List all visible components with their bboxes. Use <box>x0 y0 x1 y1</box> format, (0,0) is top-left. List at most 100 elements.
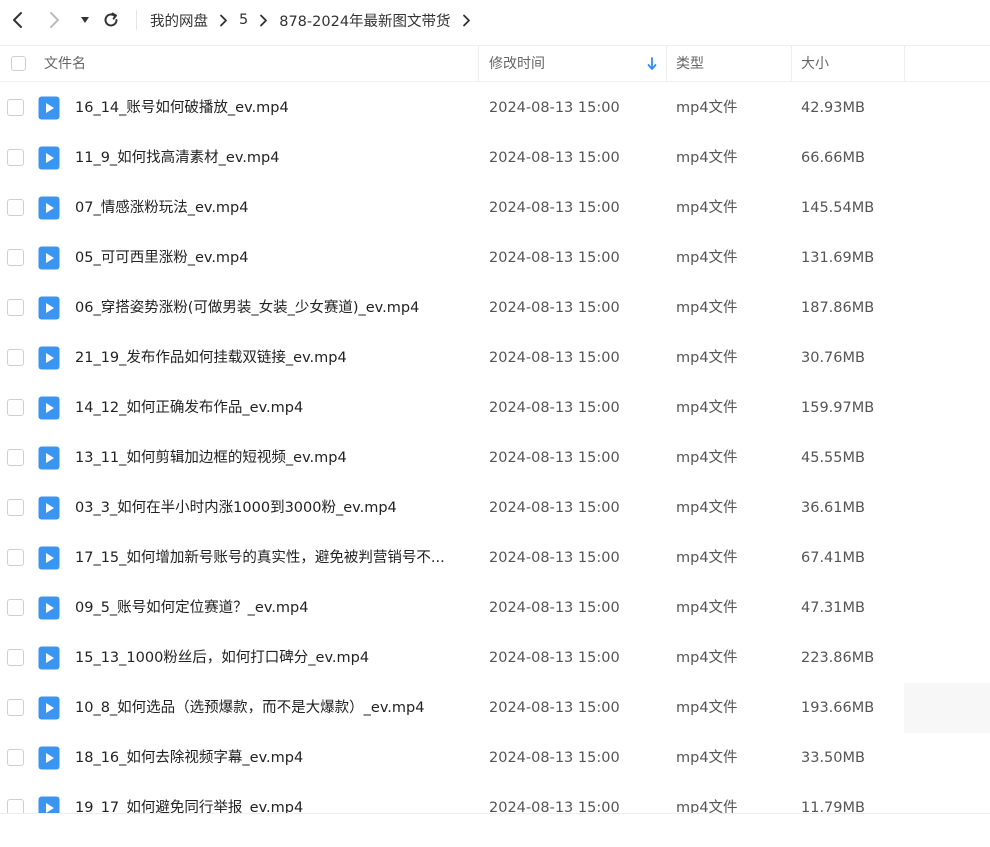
file-name[interactable]: 06_穿搭姿势涨粉(可做男装_女装_少女赛道)_ev.mp4 <box>75 283 419 333</box>
file-row[interactable]: 21_19_发布作品如何挂载双链接_ev.mp4 2024-08-13 15:00… <box>0 333 990 383</box>
file-list: 16_14_账号如何破播放_ev.mp4 2024-08-13 15:00 mp4文… <box>0 83 990 813</box>
breadcrumb-item[interactable]: 5 <box>239 12 248 28</box>
file-size: 11.79MB <box>801 800 865 813</box>
file-name[interactable]: 10_8_如何选品（选预爆款，而不是大爆款）_ev.mp4 <box>75 683 424 733</box>
file-type: mp4文件 <box>676 300 738 316</box>
column-header-modified[interactable]: 修改时间 <box>489 46 545 82</box>
video-file-icon <box>38 96 60 120</box>
file-row[interactable]: 19_17_如何避免同行举报_ev.mp4 2024-08-13 15:00 mp4… <box>0 783 990 813</box>
chevron-right-icon <box>219 14 228 27</box>
file-type: mp4文件 <box>676 600 738 616</box>
row-checkbox[interactable] <box>7 699 24 716</box>
file-row[interactable]: 09_5_账号如何定位赛道？_ev.mp4 2024-08-13 15:00 mp4… <box>0 583 990 633</box>
file-name[interactable]: 14_12_如何正确发布作品_ev.mp4 <box>75 383 303 433</box>
row-checkbox[interactable] <box>7 499 24 516</box>
history-dropdown-button[interactable] <box>73 8 97 32</box>
file-row[interactable]: 06_穿搭姿势涨粉(可做男装_女装_少女赛道)_ev.mp4 2024-08-13… <box>0 283 990 333</box>
file-row[interactable]: 18_16_如何去除视频字幕_ev.mp4 2024-08-13 15:00 mp4… <box>0 733 990 783</box>
caret-down-icon <box>81 17 89 23</box>
column-header-name[interactable]: 文件名 <box>44 46 86 82</box>
video-file-icon <box>38 496 60 520</box>
video-file-icon <box>38 346 60 370</box>
file-size: 145.54MB <box>801 200 875 216</box>
file-row[interactable]: 03_3_如何在半小时内涨1000到3000粉_ev.mp4 2024-08-13… <box>0 483 990 533</box>
file-name[interactable]: 17_15_如何增加新号账号的真实性，避免被判营销号不... <box>75 533 445 583</box>
file-size: 159.97MB <box>801 400 875 416</box>
column-header-type[interactable]: 类型 <box>676 46 704 82</box>
file-row[interactable]: 10_8_如何选品（选预爆款，而不是大爆款）_ev.mp4 2024-08-13 … <box>0 683 990 733</box>
file-size: 66.66MB <box>801 150 865 166</box>
file-row[interactable]: 14_12_如何正确发布作品_ev.mp4 2024-08-13 15:00 mp4… <box>0 383 990 433</box>
file-size: 67.41MB <box>801 550 865 566</box>
chevron-right-icon <box>259 14 268 27</box>
file-row[interactable]: 05_可可西里涨粉_ev.mp4 2024-08-13 15:00 mp4文件 131… <box>0 233 990 283</box>
breadcrumb-item[interactable]: 878-2024年最新图文带货 <box>279 10 450 31</box>
toolbar-divider <box>136 10 137 30</box>
file-row[interactable]: 16_14_账号如何破播放_ev.mp4 2024-08-13 15:00 mp4文… <box>0 83 990 133</box>
video-file-icon <box>38 146 60 170</box>
file-name[interactable]: 21_19_发布作品如何挂载双链接_ev.mp4 <box>75 333 347 383</box>
video-file-icon <box>38 746 60 770</box>
row-checkbox[interactable] <box>7 199 24 216</box>
file-modified-time: 2024-08-13 15:00 <box>489 600 620 616</box>
file-type: mp4文件 <box>676 800 738 813</box>
breadcrumb-item[interactable]: 我的网盘 <box>150 10 208 31</box>
chevron-right-icon[interactable] <box>462 14 471 27</box>
file-row[interactable]: 13_11_如何剪辑加边框的短视频_ev.mp4 2024-08-13 15:00… <box>0 433 990 483</box>
column-divider[interactable] <box>791 46 792 82</box>
file-name[interactable]: 13_11_如何剪辑加边框的短视频_ev.mp4 <box>75 433 347 483</box>
file-size: 42.93MB <box>801 100 865 116</box>
row-checkbox[interactable] <box>7 99 24 116</box>
row-checkbox[interactable] <box>7 349 24 366</box>
column-divider[interactable] <box>666 46 667 82</box>
toolbar: 我的网盘 5 878-2024年最新图文带货 <box>0 0 990 40</box>
refresh-button[interactable] <box>99 8 123 32</box>
file-name[interactable]: 03_3_如何在半小时内涨1000到3000粉_ev.mp4 <box>75 483 397 533</box>
back-button[interactable] <box>5 8 29 32</box>
forward-button[interactable] <box>43 8 67 32</box>
file-modified-time: 2024-08-13 15:00 <box>489 350 620 366</box>
row-checkbox[interactable] <box>7 149 24 166</box>
video-file-icon <box>38 646 60 670</box>
row-checkbox[interactable] <box>7 649 24 666</box>
video-file-icon <box>38 296 60 320</box>
row-checkbox[interactable] <box>7 549 24 566</box>
file-name[interactable]: 05_可可西里涨粉_ev.mp4 <box>75 233 249 283</box>
sort-descending-icon[interactable] <box>647 57 657 71</box>
file-row[interactable]: 15_13_1000粉丝后，如何打口碑分_ev.mp4 2024-08-13 15… <box>0 633 990 683</box>
file-size: 33.50MB <box>801 750 865 766</box>
file-size: 36.61MB <box>801 500 865 516</box>
row-checkbox[interactable] <box>7 799 24 813</box>
select-all-checkbox[interactable] <box>11 56 26 71</box>
row-checkbox[interactable] <box>7 749 24 766</box>
file-row[interactable]: 07_情感涨粉玩法_ev.mp4 2024-08-13 15:00 mp4文件 145… <box>0 183 990 233</box>
row-checkbox[interactable] <box>7 299 24 316</box>
file-modified-time: 2024-08-13 15:00 <box>489 250 620 266</box>
column-divider[interactable] <box>904 46 905 82</box>
file-name[interactable]: 18_16_如何去除视频字幕_ev.mp4 <box>75 733 303 783</box>
video-file-icon <box>38 446 60 470</box>
file-type: mp4文件 <box>676 700 738 716</box>
file-name[interactable]: 19_17_如何避免同行举报_ev.mp4 <box>75 783 303 813</box>
row-checkbox[interactable] <box>7 249 24 266</box>
file-modified-time: 2024-08-13 15:00 <box>489 550 620 566</box>
file-row[interactable]: 17_15_如何增加新号账号的真实性，避免被判营销号不... 2024-08-13… <box>0 533 990 583</box>
row-checkbox[interactable] <box>7 599 24 616</box>
file-type: mp4文件 <box>676 400 738 416</box>
row-checkbox[interactable] <box>7 449 24 466</box>
file-name[interactable]: 16_14_账号如何破播放_ev.mp4 <box>75 83 289 133</box>
file-name[interactable]: 09_5_账号如何定位赛道？_ev.mp4 <box>75 583 308 633</box>
file-modified-time: 2024-08-13 15:00 <box>489 450 620 466</box>
file-modified-time: 2024-08-13 15:00 <box>489 700 620 716</box>
column-header-size[interactable]: 大小 <box>801 46 829 82</box>
file-row[interactable]: 11_9_如何找高清素材_ev.mp4 2024-08-13 15:00 mp4文件… <box>0 133 990 183</box>
file-name[interactable]: 07_情感涨粉玩法_ev.mp4 <box>75 183 249 233</box>
file-type: mp4文件 <box>676 650 738 666</box>
row-checkbox[interactable] <box>7 399 24 416</box>
file-name[interactable]: 11_9_如何找高清素材_ev.mp4 <box>75 133 279 183</box>
file-modified-time: 2024-08-13 15:00 <box>489 650 620 666</box>
file-name[interactable]: 15_13_1000粉丝后，如何打口碑分_ev.mp4 <box>75 633 369 683</box>
file-size: 45.55MB <box>801 450 865 466</box>
column-divider[interactable] <box>478 46 479 82</box>
file-list-header: 文件名 修改时间 类型 大小 <box>0 45 990 82</box>
